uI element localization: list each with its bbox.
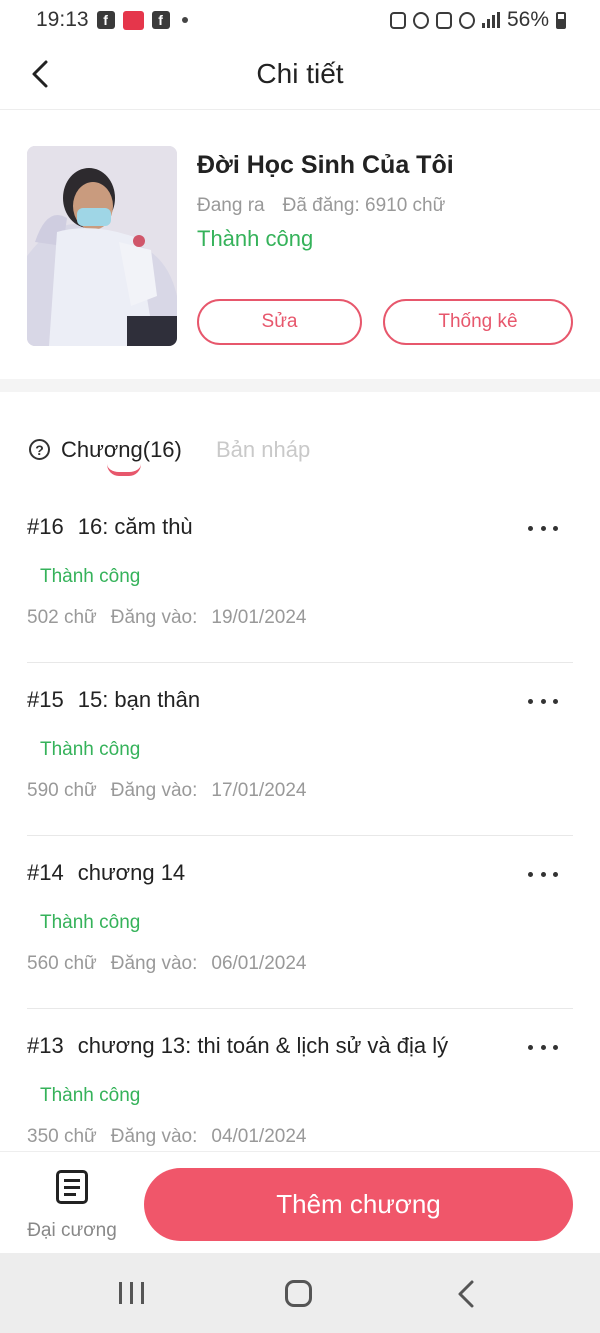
chapter-status: Thành công — [40, 566, 141, 587]
chapter-item[interactable]: #14 chương 14 Thành công 560 chữ Đăng vào:… — [0, 836, 600, 1009]
page-title: Chi tiết — [256, 58, 344, 89]
facebook-notification-icon: f — [96, 11, 115, 29]
chapter-date: 17/01/2024 — [211, 780, 307, 801]
chapter-word-count: 590 chữ — [27, 780, 97, 801]
more-options-button[interactable] — [528, 691, 558, 711]
header: Chi tiết — [0, 40, 600, 110]
chapter-meta: 502 chữ Đăng vào: 19/01/2024 — [27, 607, 306, 629]
statistics-button[interactable]: Thống kê — [383, 299, 573, 345]
mute-icon — [435, 11, 452, 29]
story-title: Đời Học Sinh Của Tôi — [197, 151, 454, 179]
chapter-meta: 590 chữ Đăng vào: 17/01/2024 — [27, 780, 306, 802]
outline-button[interactable]: Đại cương — [22, 1170, 122, 1242]
home-icon[interactable] — [285, 1280, 312, 1307]
alert-icon — [389, 11, 406, 29]
cover-photo — [27, 146, 177, 346]
system-nav-bar — [0, 1253, 600, 1333]
alarm-icon — [412, 11, 429, 29]
edit-button[interactable]: Sửa — [197, 299, 362, 345]
bottom-action-bar: Đại cương Thêm chương — [0, 1151, 600, 1253]
active-tab-indicator — [107, 464, 141, 476]
more-notifications-icon — [181, 17, 188, 23]
chapter-date: 06/01/2024 — [211, 953, 307, 974]
more-options-button[interactable] — [528, 864, 558, 884]
tab-drafts[interactable]: Bản nháp — [216, 437, 310, 463]
chapter-date-label: Đăng vào: — [110, 1126, 198, 1147]
chapter-item[interactable]: #16 16: căm thù Thành công 502 chữ Đăng và… — [0, 490, 600, 663]
chapter-number: #13 — [27, 1033, 64, 1058]
chapter-word-count: 560 chữ — [27, 953, 97, 974]
add-chapter-button[interactable]: Thêm chương — [144, 1168, 573, 1241]
wifi-icon — [458, 11, 475, 29]
chapter-title: chương 13: thi toán & lịch sử và địa lý — [77, 1033, 449, 1058]
manga-app-notification-icon — [122, 10, 144, 30]
more-options-button[interactable] — [528, 1037, 558, 1057]
battery-percent: 56% — [506, 8, 549, 31]
chapter-title: 15: bạn thân — [77, 687, 201, 712]
chapter-status: Thành công — [40, 912, 141, 933]
story-summary: Đời Học Sinh Của Tôi Đang ra Đã đăng: 691… — [0, 111, 600, 379]
battery-icon — [556, 11, 566, 29]
recent-apps-icon[interactable] — [119, 1282, 144, 1304]
chapter-meta: 560 chữ Đăng vào: 06/01/2024 — [27, 953, 306, 975]
outline-label: Đại cương — [27, 1220, 117, 1241]
chapter-heading: #13 chương 13: thi toán & lịch sử và địa … — [27, 1033, 448, 1059]
story-status: Thành công — [197, 226, 314, 251]
chapter-item[interactable]: #15 15: bạn thân Thành công 590 chữ Đăng v… — [0, 663, 600, 836]
chapter-meta: 350 chữ Đăng vào: 04/01/2024 — [27, 1126, 306, 1148]
story-meta: Đang ra Đã đăng: 6910 chữ — [197, 195, 445, 217]
chapter-item[interactable]: #13 chương 13: thi toán & lịch sử và địa … — [0, 1009, 600, 1150]
chapter-date: 19/01/2024 — [211, 607, 307, 628]
chapter-tabs: ? Chương(16) Bản nháp — [0, 392, 600, 490]
chapter-date-label: Đăng vào: — [110, 780, 198, 801]
chapter-number: #14 — [27, 860, 64, 885]
chapter-title: chương 14 — [77, 860, 186, 885]
chapter-heading: #14 chương 14 — [27, 860, 185, 886]
status-time: 19:13 — [36, 8, 89, 31]
section-divider — [0, 379, 600, 392]
chapter-date-label: Đăng vào: — [110, 607, 198, 628]
chapter-number: #16 — [27, 514, 64, 539]
help-icon[interactable]: ? — [29, 439, 50, 460]
system-back-icon[interactable] — [454, 1279, 478, 1309]
story-state: Đang ra — [197, 195, 265, 216]
more-options-button[interactable] — [528, 518, 558, 538]
chapter-word-count: 502 chữ — [27, 607, 97, 628]
chapter-status: Thành công — [40, 1085, 141, 1106]
status-bar: 19:13 f f 56% — [0, 0, 600, 40]
chapter-date: 04/01/2024 — [211, 1126, 307, 1147]
tab-chapters[interactable]: Chương(16) — [61, 437, 182, 463]
chapter-date-label: Đăng vào: — [110, 953, 198, 974]
outline-icon — [56, 1170, 88, 1204]
chapter-title: 16: căm thù — [77, 514, 193, 539]
chapter-word-count: 350 chữ — [27, 1126, 97, 1147]
signal-icon — [481, 12, 500, 28]
chapter-heading: #15 15: bạn thân — [27, 687, 200, 713]
chapter-heading: #16 16: căm thù — [27, 514, 193, 540]
chapter-status: Thành công — [40, 739, 141, 760]
chapter-number: #15 — [27, 687, 64, 712]
chapter-list: #16 16: căm thù Thành công 502 chữ Đăng và… — [0, 490, 600, 1150]
story-cover-image[interactable] — [27, 146, 177, 346]
story-word-count: Đã đăng: 6910 chữ — [282, 195, 446, 216]
facebook-notification-icon-2: f — [151, 11, 170, 29]
